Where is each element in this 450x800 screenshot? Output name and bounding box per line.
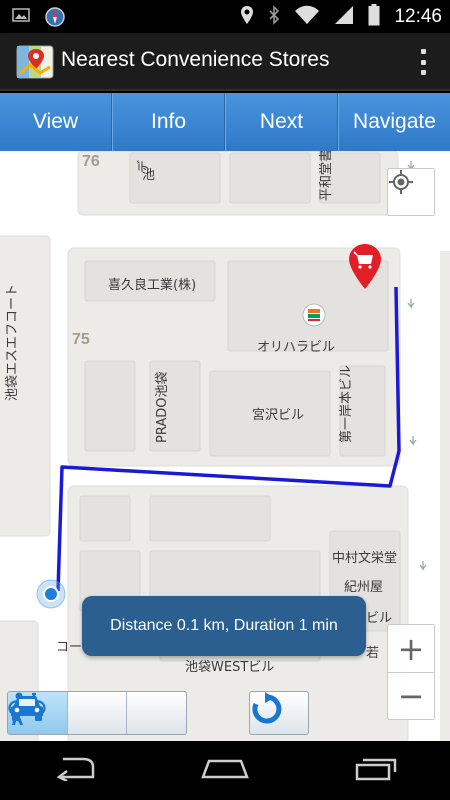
map-label-ikebukuro-west: 池袋WESTビル [185,660,274,675]
status-clock: 12:46 [394,6,442,27]
back-button[interactable] [35,746,115,796]
overflow-menu-button[interactable] [416,45,430,79]
next-button[interactable]: Next [225,93,338,151]
home-button[interactable] [185,746,265,796]
current-location-icon [36,579,66,609]
back-arrow-icon [53,757,97,785]
block-number: 76 [82,153,100,170]
map-block [440,251,450,741]
map-label-kishuya: 紀州屋 [344,580,383,595]
bluetooth-icon [268,5,280,29]
map-label-co: コー [56,640,82,655]
transport-mode-selector [7,691,187,735]
app-title: Nearest Convenience Stores [61,48,330,71]
map-label-ike: 池 [142,168,155,183]
zoom-in-button[interactable]: + [388,625,434,672]
menu-dot [420,59,426,65]
compass-icon [44,6,66,32]
recent-apps-icon [353,757,397,785]
action-bar: Nearest Convenience Stores [0,33,450,91]
car-mode-button[interactable] [11,692,186,734]
wifi-icon [294,5,320,29]
map-label-ikebukuro-s-court: 池袋エスエフコート [5,284,20,401]
navigate-button[interactable]: Navigate [338,93,450,151]
route-info-toast: Distance 0.1 km, Duration 1 min [82,596,366,656]
signal-icon [334,5,354,29]
view-button[interactable]: View [0,93,112,151]
recent-apps-button[interactable] [335,746,415,796]
toolbar: View Info Next Navigate [0,93,450,151]
map-label-hirasawado: 平和堂書 [319,151,334,201]
map-label-kikura: 喜久良工業(株) [108,277,196,293]
status-bar: 12:46 [0,0,450,33]
zoom-controls: + − [387,624,435,720]
battery-icon [368,4,380,30]
home-icon [201,757,249,785]
info-button[interactable]: Info [112,93,225,151]
refresh-route-button[interactable] [249,691,309,735]
block-number: 75 [72,331,90,348]
maps-app-icon [16,43,54,81]
map-label-prado: PRADO池袋 [155,372,170,443]
menu-dot [420,49,426,54]
bike-mode-button[interactable] [8,692,128,734]
location-icon [240,5,254,29]
map-label-daiichi-kishimoto: 第一岸本ビル [339,365,354,443]
map-label-miyazawa: 宮沢ビル [252,407,304,423]
convenience-store-poi-icon[interactable] [302,303,326,327]
map-view[interactable]: 76 75 喜久良工業(株) オリハラビル 宮沢ビル PRADO池袋 第一岸本ビ… [0,151,450,741]
system-nav-bar [0,741,450,800]
map-label-nakamura: 中村文栄堂 [332,551,397,566]
my-location-button[interactable] [387,168,435,216]
zoom-out-button[interactable]: − [388,672,434,719]
menu-dot [420,70,426,75]
image-icon [12,6,30,32]
map-label-orihara: オリハラビル [257,340,335,355]
map-label-waka: 若 [366,645,379,661]
